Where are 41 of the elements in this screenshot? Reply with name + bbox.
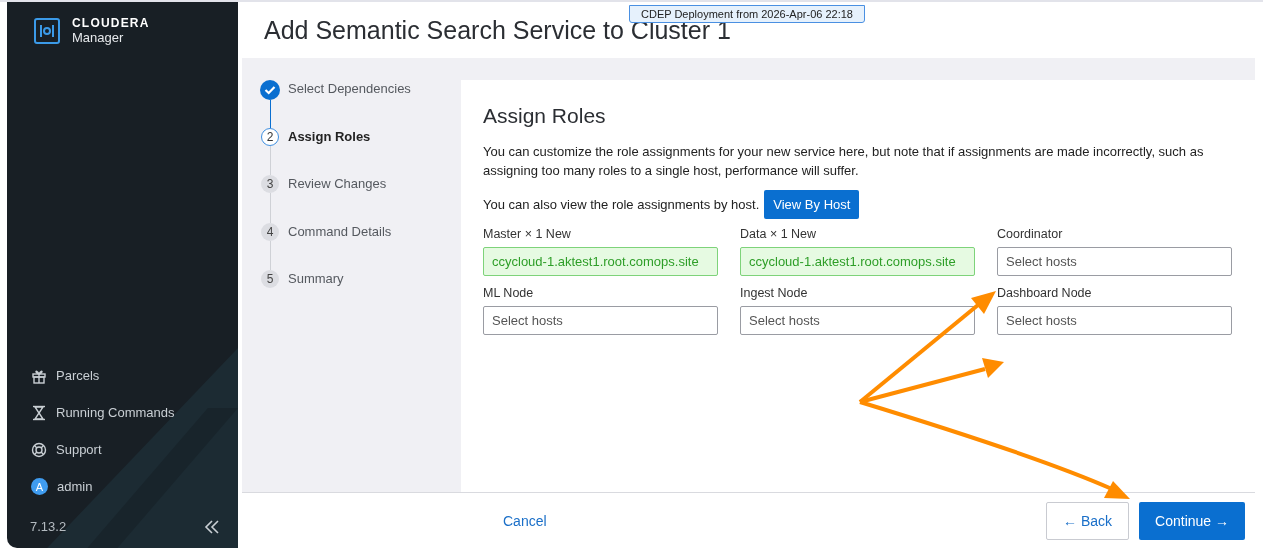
field-label: Ingest Node xyxy=(740,286,809,300)
host-field[interactable]: ccycloud-1.aktest1.root.comops.site xyxy=(483,247,718,276)
hourglass-icon xyxy=(31,404,47,421)
cancel-link[interactable]: Cancel xyxy=(503,512,547,529)
continue-button[interactable]: Continue → xyxy=(1139,501,1245,540)
host-select-field[interactable]: Select hosts xyxy=(997,247,1232,276)
hint-text: You can also view the role assignments by host. xyxy=(483,197,760,212)
field-label: Master × 1 New xyxy=(483,227,572,241)
description-text: You can customize the role assignments for your new service here, but note that if assignments are made incorrectly, such as assigning too many roles to a single host, performance will suffer. xyxy=(483,143,1205,180)
view-by-host-button[interactable]: View By Host xyxy=(764,190,860,219)
step-number: 4 xyxy=(261,222,279,241)
nav-item[interactable]: Parcels xyxy=(7,357,238,394)
lifebuoy-icon xyxy=(31,441,47,458)
nav-item[interactable]: Support xyxy=(7,431,238,468)
step-label[interactable]: Review Changes xyxy=(288,175,387,223)
step-number: 5 xyxy=(261,270,279,288)
host-select-field[interactable]: Select hosts xyxy=(740,306,975,335)
field-label: ML Node xyxy=(483,286,535,300)
deployment-badge: CDEP Deployment from 2026-Apr-06 22:18 xyxy=(629,5,865,23)
brand-name: CLOUDERA xyxy=(72,16,150,30)
product-name: Manager xyxy=(72,30,125,45)
back-button[interactable]: ← Back xyxy=(1046,501,1130,540)
field-label: Data × 1 New xyxy=(740,227,818,241)
field-label: Coordinator xyxy=(997,227,1064,241)
version-label: 7.13.2 xyxy=(30,519,67,534)
section-heading: Assign Roles xyxy=(483,104,607,128)
logo-icon xyxy=(34,17,60,44)
step-label[interactable]: Summary xyxy=(288,270,344,318)
nav-item[interactable]: A admin xyxy=(7,468,238,505)
step-label[interactable]: Assign Roles xyxy=(288,127,371,175)
host-field[interactable]: ccycloud-1.aktest1.root.comops.site xyxy=(740,247,975,276)
host-select-field[interactable]: Select hosts xyxy=(483,306,718,335)
step-number: 3 xyxy=(261,175,279,193)
step-label[interactable]: Select Dependencies xyxy=(288,80,411,128)
nav-item[interactable]: Running Commands xyxy=(7,394,238,431)
step-number: 2 xyxy=(261,127,279,146)
user-avatar: A xyxy=(31,478,48,495)
collapse-icon[interactable] xyxy=(204,519,220,534)
step-label[interactable]: Command Details xyxy=(288,222,392,270)
field-label: Dashboard Node xyxy=(997,286,1093,300)
host-select-field[interactable]: Select hosts xyxy=(997,306,1232,335)
